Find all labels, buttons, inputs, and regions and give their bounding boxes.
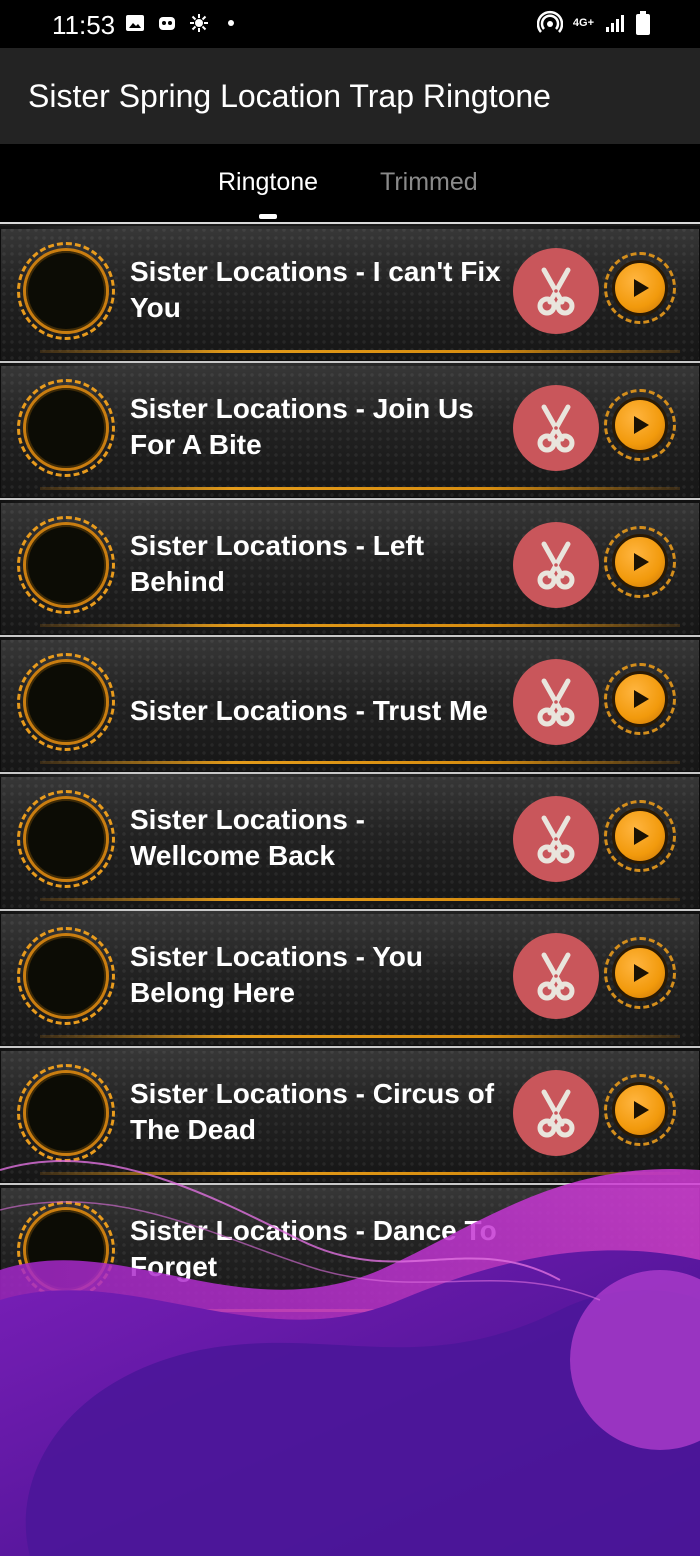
app-title: Sister Spring Location Trap Ringtone	[28, 78, 551, 114]
ringtone-thumbnail	[17, 516, 115, 614]
ringtone-title: Sister Locations - Circus of The Dead	[130, 1078, 495, 1145]
play-button[interactable]	[604, 800, 676, 872]
ringtone-row[interactable]: Sister Locations - Circus of The Dead	[0, 1048, 700, 1185]
trim-button[interactable]	[513, 385, 599, 471]
status-bar: 11:53 4G+	[0, 0, 700, 48]
ringtone-title: Sister Locations - Dance To Forget	[130, 1215, 497, 1282]
ringtone-row[interactable]: Sister Locations - I can't Fix You	[0, 226, 700, 363]
ringtone-title: Sister Locations - I can't Fix You	[130, 256, 501, 323]
trim-button[interactable]	[513, 1070, 599, 1156]
play-icon	[634, 553, 649, 571]
scissors-icon	[537, 267, 575, 316]
ringtone-list: Sister Locations - I can't Fix You Siste…	[0, 226, 700, 1322]
ringtone-title: Sister Locations - Left Behind	[130, 530, 425, 597]
ringtone-thumbnail	[17, 1064, 115, 1162]
trim-button[interactable]	[513, 522, 599, 608]
scissors-icon	[537, 1089, 575, 1138]
ringtone-title: Sister Locations - Join Us For A Bite	[130, 393, 474, 460]
play-icon	[634, 827, 649, 845]
trim-button[interactable]	[513, 248, 599, 334]
ringtone-thumbnail	[17, 379, 115, 477]
ringtone-thumbnail	[17, 242, 115, 340]
trim-button[interactable]	[513, 796, 599, 882]
ringtone-title: Sister Locations - Wellcome Back	[130, 804, 365, 871]
status-time: 11:53	[52, 10, 116, 40]
scissors-icon	[537, 815, 575, 864]
app-bar: Sister Spring Location Trap Ringtone	[0, 48, 700, 144]
play-icon	[634, 416, 649, 434]
play-icon	[634, 964, 649, 982]
ringtone-row[interactable]: Sister Locations - Left Behind	[0, 500, 700, 637]
weather-icon	[190, 14, 208, 32]
tab-bar: Ringtone Trimmed	[0, 144, 700, 222]
play-button[interactable]	[604, 937, 676, 1009]
scissors-icon	[537, 541, 575, 590]
network-type: 4G+	[572, 17, 594, 29]
tabs-divider	[0, 222, 700, 224]
system-icons: 4G+	[536, 10, 650, 36]
notification-icons	[124, 12, 242, 34]
play-button[interactable]	[604, 389, 676, 461]
tab-indicator	[259, 214, 277, 219]
play-button[interactable]	[604, 663, 676, 735]
play-icon	[634, 690, 649, 708]
signal-icon	[606, 15, 624, 32]
ringtone-thumbnail	[17, 1201, 115, 1299]
hotspot-icon	[536, 10, 563, 33]
play-icon	[634, 279, 649, 297]
robot-icon	[159, 17, 175, 30]
ringtone-title: Sister Locations - Trust Me	[130, 695, 488, 726]
trim-button[interactable]	[513, 659, 599, 745]
ringtone-row[interactable]: Sister Locations - You Belong Here	[0, 911, 700, 1048]
ringtone-thumbnail	[17, 653, 115, 751]
tab-ringtone[interactable]: Ringtone	[218, 168, 318, 197]
ringtone-row[interactable]: Sister Locations - Wellcome Back	[0, 774, 700, 911]
ringtone-title: Sister Locations - You Belong Here	[130, 941, 424, 1008]
ringtone-row[interactable]: Sister Locations - Trust Me	[0, 637, 700, 774]
play-button[interactable]	[604, 252, 676, 324]
scissors-icon	[537, 952, 575, 1001]
dot-icon	[228, 20, 234, 26]
play-button[interactable]	[604, 526, 676, 598]
play-icon	[634, 1101, 649, 1119]
ringtone-row[interactable]: Sister Locations - Dance To Forget	[0, 1185, 700, 1322]
ringtone-thumbnail	[17, 790, 115, 888]
scissors-icon	[537, 678, 575, 727]
ringtone-row[interactable]: Sister Locations - Join Us For A Bite	[0, 363, 700, 500]
tab-trimmed[interactable]: Trimmed	[380, 168, 478, 197]
image-icon	[126, 15, 144, 31]
battery-icon	[636, 11, 650, 35]
ringtone-thumbnail	[17, 927, 115, 1025]
trim-button[interactable]	[513, 933, 599, 1019]
scissors-icon	[537, 404, 575, 453]
play-button[interactable]	[604, 1074, 676, 1146]
